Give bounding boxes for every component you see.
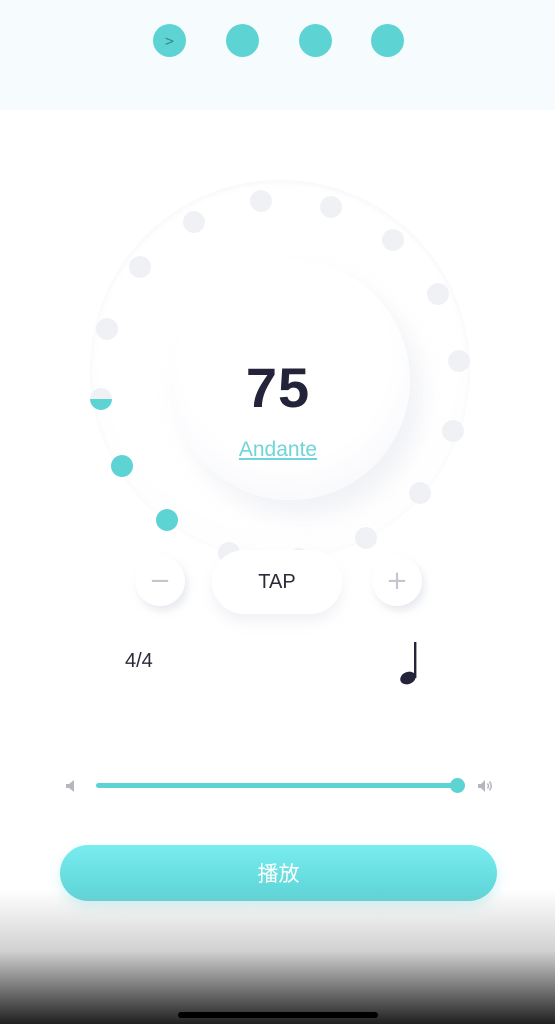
dial-tick (408, 482, 431, 505)
bottom-shade (0, 890, 555, 1024)
dial-tick (155, 508, 178, 531)
dial-tick (129, 255, 152, 278)
volume-slider-thumb[interactable] (450, 778, 465, 793)
minus-icon: − (149, 566, 171, 596)
beat-dot-3[interactable] (299, 24, 332, 57)
dial-tick (110, 454, 133, 477)
bpm-value: 75 (245, 356, 311, 419)
tempo-name-link[interactable]: Andante (178, 438, 378, 462)
speaker-high-icon (478, 780, 492, 792)
time-signature-selector[interactable]: 4/4 (125, 650, 153, 673)
tap-button[interactable]: TAP (212, 550, 342, 614)
beat-dot-4[interactable] (371, 24, 404, 57)
increase-bpm-button[interactable]: + (372, 556, 422, 606)
volume-slider[interactable] (96, 778, 465, 793)
volume-slider-fill (96, 783, 458, 788)
dial-tick (90, 387, 112, 410)
dial-tick (354, 527, 377, 550)
dial-tick (441, 420, 464, 443)
play-button[interactable]: 播放 (60, 845, 497, 901)
beat-dot-1[interactable]: > (153, 24, 186, 57)
beat-indicators: > (0, 24, 555, 58)
quarter-note-icon[interactable] (398, 640, 424, 686)
tap-label: TAP (258, 570, 296, 593)
decrease-bpm-button[interactable]: − (135, 556, 185, 606)
dial-tick (183, 210, 206, 233)
volume-control (60, 772, 500, 800)
speaker-low-icon (66, 780, 74, 792)
plus-icon: + (386, 566, 408, 596)
home-indicator[interactable] (178, 1012, 378, 1018)
play-label: 播放 (257, 862, 300, 886)
beat-dot-2[interactable] (226, 24, 259, 57)
accent-chevron-icon: > (164, 31, 175, 50)
